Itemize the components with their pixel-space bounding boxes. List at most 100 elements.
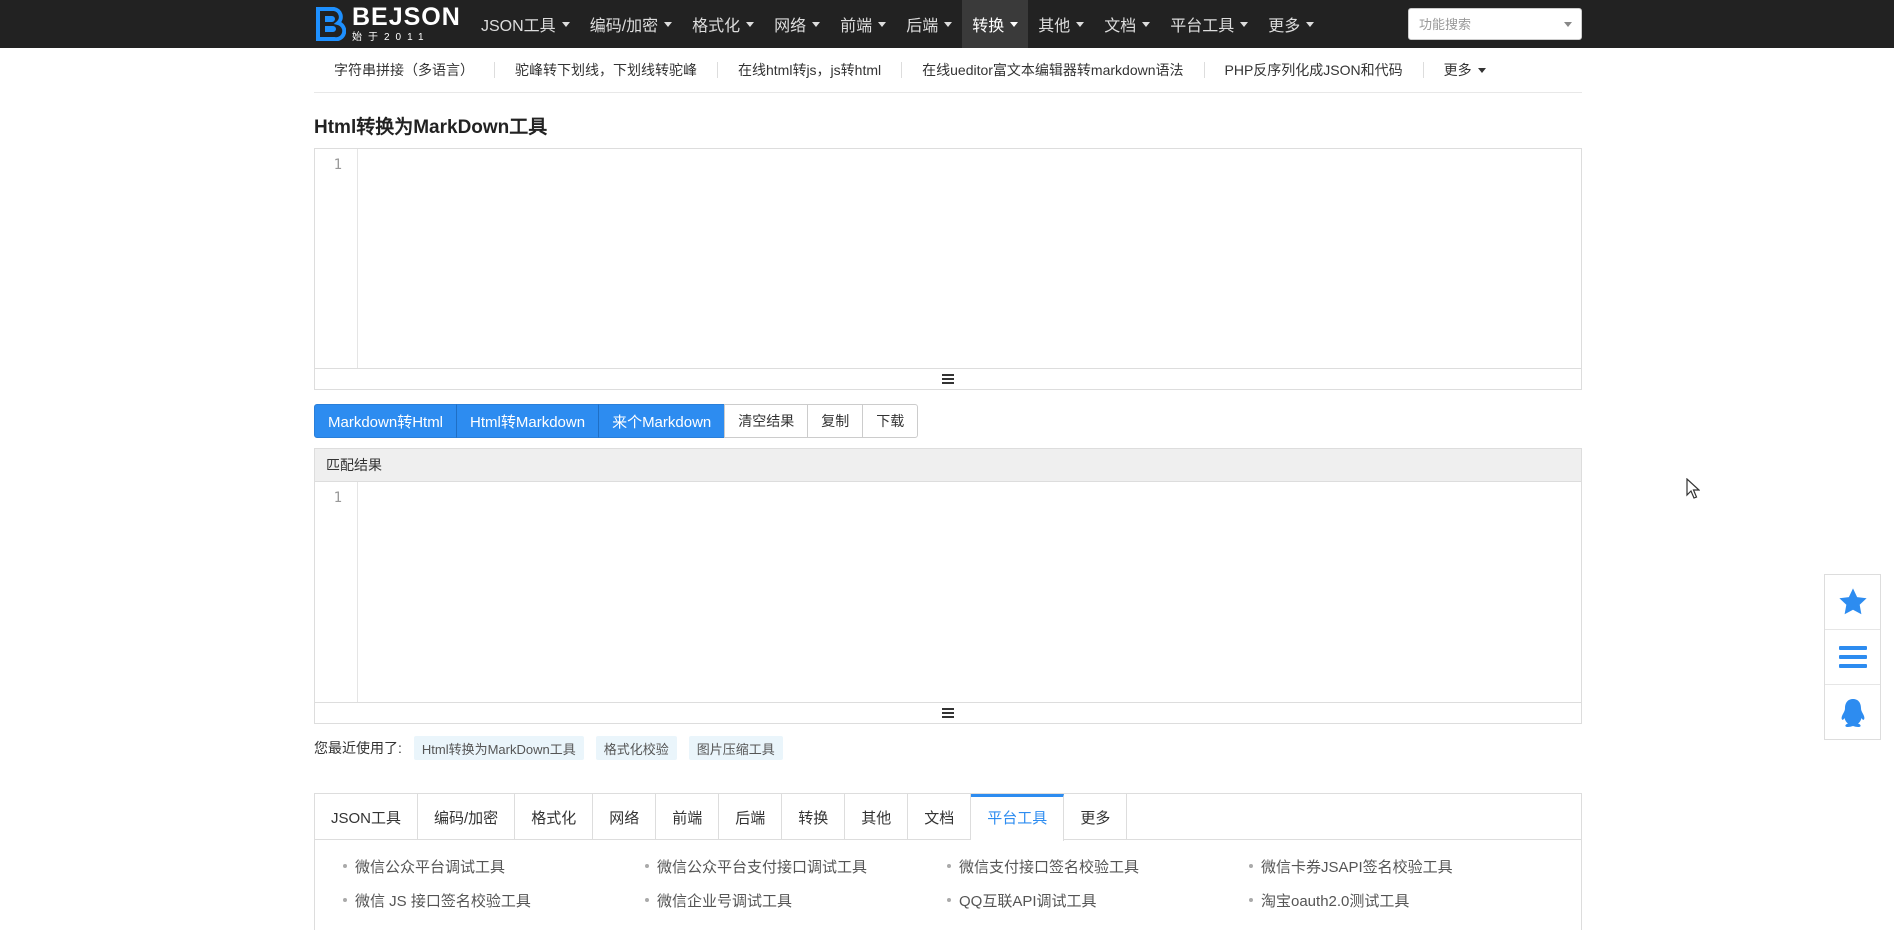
logo-b-icon	[314, 7, 347, 42]
menu-button[interactable]	[1825, 630, 1880, 685]
mouse-cursor-icon	[1686, 478, 1700, 499]
bullet-icon	[343, 864, 347, 868]
caret-down-icon	[561, 21, 570, 27]
tool-link[interactable]: 微信卡券JSAPI签名校验工具	[1249, 854, 1551, 878]
tool-link[interactable]: 微信支付接口签名校验工具	[947, 854, 1249, 878]
tab-network[interactable]: 网络	[593, 794, 657, 840]
tool-link[interactable]: 微信企业号调试工具	[645, 888, 947, 912]
category-link-grid: 微信公众平台调试工具 微信公众平台支付接口调试工具 微信支付接口签名校验工具 微…	[315, 840, 1581, 912]
line-gutter: 1	[315, 149, 358, 369]
logo-name: BEJSON	[352, 3, 461, 31]
caret-down-icon	[944, 21, 953, 27]
caret-down-icon	[1142, 21, 1151, 27]
result-panel-title: 匹配结果	[315, 449, 1581, 482]
download-button[interactable]: 下载	[862, 404, 919, 438]
resize-grip-icon	[942, 708, 954, 718]
recently-used-label: 您最近使用了:	[314, 740, 402, 756]
tool-category-panel: JSON工具 编码/加密 格式化 网络 前端 后端 转换 其他 文档 平台工具 …	[314, 793, 1582, 930]
sample-markdown-button[interactable]: 来个Markdown	[598, 404, 726, 438]
search-input[interactable]	[1409, 9, 1559, 39]
related-link[interactable]: 字符串拼接（多语言）	[314, 62, 495, 78]
nav-platform-tools[interactable]: 平台工具	[1160, 0, 1258, 48]
nav-other[interactable]: 其他	[1028, 0, 1094, 48]
page-title: Html转换为MarkDown工具	[314, 117, 548, 138]
nav-convert[interactable]: 转换	[962, 0, 1029, 48]
qq-penguin-icon	[1841, 698, 1864, 727]
bullet-icon	[947, 898, 951, 902]
tab-docs[interactable]: 文档	[908, 794, 972, 840]
main-menu: JSON工具 编码/加密 格式化 网络 前端 后端 转换 其他 文档 平台工具 …	[471, 0, 1324, 48]
recent-tool-tag[interactable]: Html转换为MarkDown工具	[413, 736, 584, 760]
feature-search[interactable]	[1408, 8, 1582, 40]
tab-convert[interactable]: 转换	[782, 794, 846, 840]
bullet-icon	[645, 898, 649, 902]
tool-link[interactable]: 微信公众平台支付接口调试工具	[645, 854, 947, 878]
result-panel: 匹配结果 1	[314, 448, 1582, 724]
chevron-down-icon[interactable]	[1564, 22, 1572, 27]
tool-link[interactable]: 淘宝oauth2.0测试工具	[1249, 888, 1551, 912]
caret-down-icon	[1240, 21, 1249, 27]
tab-encode-encrypt[interactable]: 编码/加密	[418, 794, 516, 840]
qq-contact-button[interactable]	[1825, 685, 1880, 740]
recently-used: 您最近使用了: Html转换为MarkDown工具 格式化校验 图片压缩工具	[314, 736, 795, 760]
line-number: 1	[333, 157, 342, 173]
nav-frontend[interactable]: 前端	[830, 0, 896, 48]
tab-frontend[interactable]: 前端	[656, 794, 720, 840]
nav-more[interactable]: 更多	[1258, 0, 1324, 48]
tab-json-tools[interactable]: JSON工具	[315, 794, 419, 840]
menu-icon	[1838, 646, 1867, 668]
tab-format[interactable]: 格式化	[515, 794, 594, 840]
related-link[interactable]: 在线ueditor富文本编辑器转markdown语法	[902, 62, 1205, 78]
site-logo[interactable]: BEJSON 始于2011	[314, 5, 460, 43]
resize-handle[interactable]	[315, 368, 1581, 389]
bullet-icon	[1249, 898, 1253, 902]
floating-action-bar	[1824, 574, 1881, 740]
related-link[interactable]: PHP反序列化成JSON和代码	[1205, 62, 1424, 78]
nav-encode-encrypt[interactable]: 编码/加密	[580, 0, 682, 48]
markdown-to-html-button[interactable]: Markdown转Html	[314, 404, 458, 438]
nav-json-tools[interactable]: JSON工具	[471, 0, 580, 48]
result-editor[interactable]: 1	[315, 482, 1581, 723]
star-icon	[1838, 588, 1867, 615]
nav-backend[interactable]: 后端	[896, 0, 962, 48]
top-navbar: BEJSON 始于2011 JSON工具 编码/加密 格式化 网络 前端 后端 …	[0, 0, 1894, 48]
html-input-editor[interactable]: 1	[314, 148, 1582, 390]
favorite-button[interactable]	[1825, 575, 1880, 630]
recent-tool-tag[interactable]: 格式化校验	[595, 736, 677, 760]
tool-link[interactable]: QQ互联API调试工具	[947, 888, 1249, 912]
tab-other[interactable]: 其他	[845, 794, 909, 840]
caret-down-icon	[664, 21, 673, 27]
line-number: 1	[333, 490, 342, 506]
related-link[interactable]: 在线html转js，js转html	[718, 62, 903, 78]
caret-down-icon	[1477, 67, 1486, 73]
tab-backend[interactable]: 后端	[719, 794, 783, 840]
html-to-markdown-button[interactable]: Html转Markdown	[456, 404, 600, 438]
recent-tool-tag[interactable]: 图片压缩工具	[688, 736, 783, 760]
clear-result-button[interactable]: 清空结果	[724, 404, 809, 438]
bullet-icon	[1249, 864, 1253, 868]
tab-more[interactable]: 更多	[1064, 794, 1128, 840]
nav-format[interactable]: 格式化	[682, 0, 764, 48]
related-link[interactable]: 驼峰转下划线，下划线转驼峰	[495, 62, 718, 78]
line-gutter: 1	[315, 482, 358, 702]
caret-down-icon	[1076, 21, 1085, 27]
action-button-group: Markdown转Html Html转Markdown 来个Markdown 清…	[314, 404, 919, 438]
tab-platform-tools[interactable]: 平台工具	[971, 794, 1065, 841]
tool-link[interactable]: 微信 JS 接口签名校验工具	[343, 888, 645, 912]
related-tools-bar: 字符串拼接（多语言） 驼峰转下划线，下划线转驼峰 在线html转js，js转ht…	[314, 48, 1582, 93]
caret-down-icon	[812, 21, 821, 27]
copy-button[interactable]: 复制	[807, 404, 864, 438]
nav-docs[interactable]: 文档	[1094, 0, 1160, 48]
nav-network[interactable]: 网络	[764, 0, 830, 48]
caret-down-icon	[878, 21, 887, 27]
resize-grip-icon	[942, 374, 954, 384]
resize-handle[interactable]	[315, 702, 1581, 723]
caret-down-icon	[1010, 21, 1019, 27]
logo-tagline: 始于2011	[352, 32, 430, 43]
tool-link[interactable]: 微信公众平台调试工具	[343, 854, 645, 878]
caret-down-icon	[746, 21, 755, 27]
related-more-dropdown[interactable]: 更多	[1424, 62, 1506, 78]
bullet-icon	[645, 864, 649, 868]
caret-down-icon	[1306, 21, 1315, 27]
category-tab-row: JSON工具 编码/加密 格式化 网络 前端 后端 转换 其他 文档 平台工具 …	[315, 794, 1581, 841]
